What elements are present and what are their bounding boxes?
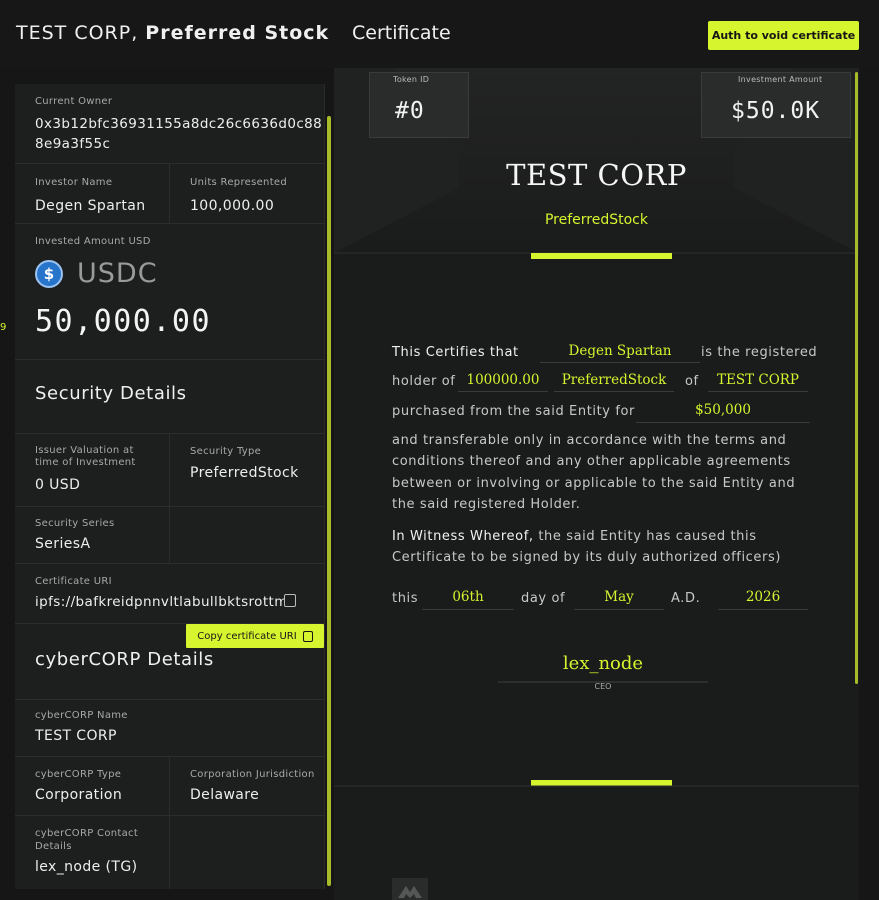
logo-icon: [392, 878, 428, 900]
divider: [169, 757, 170, 889]
investor-name-cell: Investor Name Degen Spartan: [35, 176, 145, 217]
signer-name: lex_node: [562, 653, 644, 674]
current-owner-value[interactable]: 0x3b12bfc36931155a8dc26c6636d0c88 8e9a3f…: [35, 114, 323, 154]
certificate-uri-cell: Certificate URI ipfs://bafkreidpnnvltlab…: [35, 575, 285, 613]
certificate-uri-value[interactable]: ipfs://bafkreidpnnvltlabullbktsrottm...: [35, 592, 285, 613]
invested-label: Invested Amount USD: [35, 236, 151, 247]
security-type-value: PreferredStock: [190, 465, 299, 481]
certificate-security-type: PreferredStock: [544, 212, 648, 228]
fill-security: PreferredStock: [554, 372, 674, 392]
units-label: Units Represented: [190, 177, 288, 188]
security-series-value: SeriesA: [35, 536, 91, 552]
jurisdiction-label: Corporation Jurisdiction: [190, 769, 315, 780]
copy-uri-label: Copy certificate URI: [197, 630, 297, 642]
text-this: this: [392, 591, 419, 606]
signer-title: CEO: [594, 682, 612, 691]
security-type-cell: Security Type PreferredStock: [190, 445, 299, 484]
witness-bold: In Witness Whereof,: [392, 529, 534, 544]
current-owner-label: Current Owner: [35, 96, 113, 107]
issuer-valuation-label-1: Issuer Valuation at: [35, 445, 134, 456]
text-certifies: This Certifies that: [392, 345, 519, 360]
fill-units: 100000.00: [458, 372, 548, 392]
units-cell: Units Represented 100,000.00: [190, 176, 287, 217]
cybercorp-type-value: Corporation: [35, 787, 123, 803]
owner-line-2: 8e9a3f55c: [35, 136, 111, 152]
contact-cell: cyberCORP Contact Details lex_node (TG): [35, 827, 138, 878]
investor-name-label: Investor Name: [35, 177, 113, 188]
divider: [169, 164, 170, 224]
text-witness-line1: In Witness Whereof, the said Entity has …: [392, 529, 757, 544]
jurisdiction-cell: Corporation Jurisdiction Delaware: [190, 768, 315, 806]
investment-amount-label: Investment Amount: [738, 75, 823, 84]
witness-rest: the said Entity has caused this: [533, 529, 757, 544]
cybercorp-name-cell: cyberCORP Name TEST CORP: [35, 709, 128, 747]
investment-amount-value: $50.0K: [731, 98, 821, 124]
top-accent-bar: [531, 253, 672, 259]
contact-label-1: cyberCORP Contact: [35, 828, 139, 839]
title-security: Preferred Stock: [145, 22, 330, 44]
investor-name-value: Degen Spartan: [35, 198, 146, 214]
text-purchased: purchased from the said Entity for: [392, 404, 636, 419]
certificate-heading: Certificate: [352, 22, 451, 44]
text-of: of: [685, 374, 699, 389]
issuer-valuation-label: Issuer Valuation at time of Investment: [35, 445, 136, 469]
text-witness-line2: Certificate to be signed by its duly aut…: [392, 550, 782, 565]
header-bar: TEST CORP, Preferred Stock Certificate A…: [0, 0, 879, 68]
text-para1-line2: conditions thereof and any other applica…: [392, 454, 791, 469]
security-type-label: Security Type: [190, 446, 262, 457]
fill-month: May: [574, 589, 664, 610]
contact-label: cyberCORP Contact Details: [35, 827, 138, 853]
invested-amount: 50,000.00: [35, 304, 212, 339]
owner-line-1: 0x3b12bfc36931155a8dc26c6636d0c88: [35, 116, 323, 132]
copy-icon: [302, 630, 313, 642]
fill-year: 2026: [718, 589, 808, 610]
certificate-corp-name: TEST CORP: [506, 158, 687, 192]
title-company: TEST CORP,: [16, 22, 139, 44]
current-owner-cell: Current Owner 0x3b12bfc36931155a8dc26c66…: [15, 84, 324, 164]
text-day-of: day of: [521, 591, 566, 606]
page-title: TEST CORP, Preferred Stock: [16, 22, 329, 44]
token-id-label: Token ID: [393, 75, 430, 84]
contact-value: lex_node (TG): [35, 859, 138, 875]
fill-day: 06th: [422, 589, 514, 610]
jurisdiction-value: Delaware: [190, 787, 260, 803]
certificate-scrollbar[interactable]: [855, 72, 858, 684]
logo-mark: [398, 886, 422, 898]
copy-uri-button[interactable]: Copy certificate URI: [186, 624, 324, 648]
contact-label-2: Details: [35, 841, 72, 852]
text-ad: A.D.: [671, 591, 701, 606]
certificate-uri-label: Certificate URI: [35, 576, 112, 587]
security-series-cell: Security Series SeriesA: [35, 517, 115, 555]
cybercorp-name-label: cyberCORP Name: [35, 710, 128, 721]
security-series-label: Security Series: [35, 518, 115, 529]
cybercorp-type-cell: cyberCORP Type Corporation: [35, 768, 122, 806]
cybercorp-name-value: TEST CORP: [35, 728, 117, 744]
details-panel: Current Owner 0x3b12bfc36931155a8dc26c66…: [15, 84, 325, 889]
copy-icon[interactable]: [284, 594, 296, 607]
text-is-registered: is the registered: [701, 345, 818, 360]
text-para1-line1: and transferable only in accordance with…: [392, 433, 787, 448]
left-scrollbar[interactable]: [327, 116, 331, 886]
text-para1-line4: the said registered Holder.: [392, 497, 581, 512]
currency-row: $ USDC: [35, 258, 158, 289]
certificate-panel: Token ID #0 Investment Amount $50.0K TES…: [334, 68, 859, 900]
usdc-icon: $: [35, 259, 63, 288]
text-para1-line3: between or involving or applicable to th…: [392, 476, 796, 491]
cybercorp-type-label: cyberCORP Type: [35, 769, 122, 780]
fill-corp: TEST CORP: [708, 372, 808, 392]
auth-void-button[interactable]: Auth to void certificate: [708, 21, 859, 50]
edge-indicator: 9: [0, 322, 7, 333]
issuer-valuation-value: 0 USD: [35, 477, 81, 493]
issuer-valuation-label-2: time of Investment: [35, 457, 136, 468]
bottom-accent-bar: [531, 780, 672, 786]
text-holder-of: holder of: [392, 374, 456, 389]
fill-price: $50,000: [636, 402, 810, 423]
units-value: 100,000.00: [190, 198, 275, 214]
token-id-value: #0: [395, 98, 425, 124]
cybercorp-details-title: cyberCORP Details: [35, 649, 214, 670]
issuer-valuation-cell: Issuer Valuation at time of Investment 0…: [35, 445, 136, 496]
security-details-title: Security Details: [35, 383, 187, 404]
fill-holder: Degen Spartan: [540, 343, 700, 363]
currency-name: USDC: [77, 258, 158, 289]
